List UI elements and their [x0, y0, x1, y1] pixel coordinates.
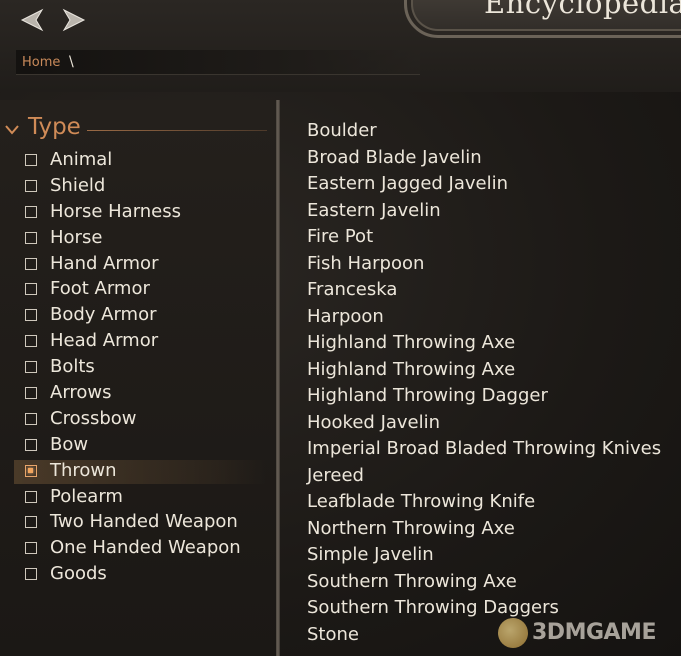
filter-item-horse-harness[interactable]: Horse Harness — [12, 200, 270, 226]
filter-label: Foot Armor — [50, 278, 150, 300]
list-item[interactable]: Boulder — [307, 118, 677, 145]
list-item[interactable]: Franceska — [307, 277, 677, 304]
forward-arrow-icon[interactable] — [62, 8, 86, 32]
list-item[interactable]: Fire Pot — [307, 224, 677, 251]
filter-checkbox[interactable] — [25, 361, 37, 374]
filter-checkbox[interactable] — [25, 283, 37, 296]
filter-checkbox[interactable] — [25, 464, 37, 477]
filter-item-thrown[interactable]: Thrown — [12, 459, 270, 485]
item-list: Boulder Broad Blade Javelin Eastern Jagged… — [307, 118, 677, 648]
filter-item-goods[interactable]: Goods — [12, 562, 270, 588]
filter-item-two-handed-weapon[interactable]: Two Handed Weapon — [12, 510, 270, 536]
filter-checkbox[interactable] — [25, 568, 37, 581]
list-item[interactable]: Northern Throwing Axe — [307, 516, 677, 543]
filter-checkbox[interactable] — [25, 205, 37, 218]
list-item[interactable]: Simple Javelin — [307, 542, 677, 569]
watermark: 3DMGAME — [498, 616, 676, 652]
list-item[interactable]: Highland Throwing Axe — [307, 330, 677, 357]
filter-checkbox[interactable] — [25, 412, 37, 425]
filter-item-polearm[interactable]: Polearm — [12, 485, 270, 511]
type-section-title: Type — [28, 114, 81, 140]
list-item[interactable]: Southern Throwing Axe — [307, 569, 677, 596]
chevron-down-icon — [4, 122, 20, 138]
list-item[interactable]: Fish Harpoon — [307, 251, 677, 278]
filter-label: Bow — [50, 433, 89, 455]
list-item[interactable]: Imperial Broad Bladed Throwing Knives — [307, 436, 677, 463]
filter-label: Two Handed Weapon — [50, 511, 238, 533]
filter-checkbox[interactable] — [25, 154, 37, 166]
filter-checkbox[interactable] — [25, 179, 37, 192]
list-item[interactable]: Broad Blade Javelin — [307, 145, 677, 172]
filter-label: Crossbow — [50, 407, 137, 429]
filter-checkbox[interactable] — [25, 309, 37, 322]
back-arrow-icon[interactable] — [20, 8, 44, 32]
filter-item-foot-armor[interactable]: Foot Armor — [12, 277, 270, 303]
breadcrumb-separator: \ — [69, 54, 74, 70]
filter-checkbox[interactable] — [25, 542, 37, 555]
filter-item-shield[interactable]: Shield — [12, 174, 270, 200]
filter-item-crossbow[interactable]: Crossbow — [12, 407, 270, 433]
list-item[interactable]: Harpoon — [307, 304, 677, 331]
breadcrumb-home-link[interactable]: Home — [22, 55, 60, 70]
list-item[interactable]: Hooked Javelin — [307, 410, 677, 437]
filter-label: Head Armor — [50, 330, 159, 352]
page-title: Encyclopedia — [484, 0, 681, 20]
filter-item-horse[interactable]: Horse — [12, 226, 270, 252]
watermark-logo-icon — [498, 618, 528, 648]
filter-label: Horse Harness — [50, 200, 182, 222]
filter-label: One Handed Weapon — [50, 537, 241, 559]
filter-label: Bolts — [50, 356, 95, 378]
filter-checkbox[interactable] — [25, 231, 37, 244]
filter-item-body-armor[interactable]: Body Armor — [12, 303, 270, 329]
top-bar: Encyclopedia Home \ — [0, 0, 681, 92]
filter-label: Hand Armor — [50, 252, 159, 274]
filter-item-bow[interactable]: Bow — [12, 433, 270, 459]
breadcrumb: Home \ — [16, 50, 420, 75]
section-rule — [87, 130, 267, 131]
list-item[interactable]: Eastern Javelin — [307, 198, 677, 225]
filter-checkbox[interactable] — [25, 438, 37, 451]
filter-item-animal[interactable]: Animal — [12, 148, 270, 174]
filter-label: Animal — [50, 149, 113, 170]
filter-label: Polearm — [50, 485, 123, 507]
filter-label: Shield — [50, 174, 106, 196]
filter-label: Goods — [50, 563, 107, 585]
filter-label: Thrown — [50, 459, 117, 481]
filter-checkbox[interactable] — [25, 387, 37, 400]
filter-item-arrows[interactable]: Arrows — [12, 381, 270, 407]
filter-checkbox[interactable] — [25, 257, 37, 270]
type-filter-list: Animal Shield Horse Harness Horse Hand Armor… — [12, 148, 270, 588]
filter-label: Body Armor — [50, 304, 157, 326]
filter-item-bolts[interactable]: Bolts — [12, 355, 270, 381]
list-item[interactable]: Highland Throwing Axe — [307, 357, 677, 384]
filter-checkbox[interactable] — [25, 335, 37, 348]
encyclopedia-page: Encyclopedia Home \ Type Animal Shield Hor… — [0, 0, 681, 656]
list-item[interactable]: Leafblade Throwing Knife — [307, 489, 677, 516]
type-section-header[interactable]: Type — [4, 114, 267, 144]
list-item[interactable]: Highland Throwing Dagger — [307, 383, 677, 410]
filter-label: Arrows — [50, 382, 112, 404]
watermark-text: 3DMGAME — [532, 620, 656, 645]
filter-item-one-handed-weapon[interactable]: One Handed Weapon — [12, 536, 270, 562]
panel-divider — [276, 100, 280, 656]
list-item[interactable]: Jereed — [307, 463, 677, 490]
filter-checkbox[interactable] — [25, 516, 37, 529]
filter-item-head-armor[interactable]: Head Armor — [12, 329, 270, 355]
list-item[interactable]: Eastern Jagged Javelin — [307, 171, 677, 198]
filter-label: Horse — [50, 226, 103, 248]
filter-item-hand-armor[interactable]: Hand Armor — [12, 252, 270, 278]
filter-checkbox[interactable] — [25, 490, 37, 503]
